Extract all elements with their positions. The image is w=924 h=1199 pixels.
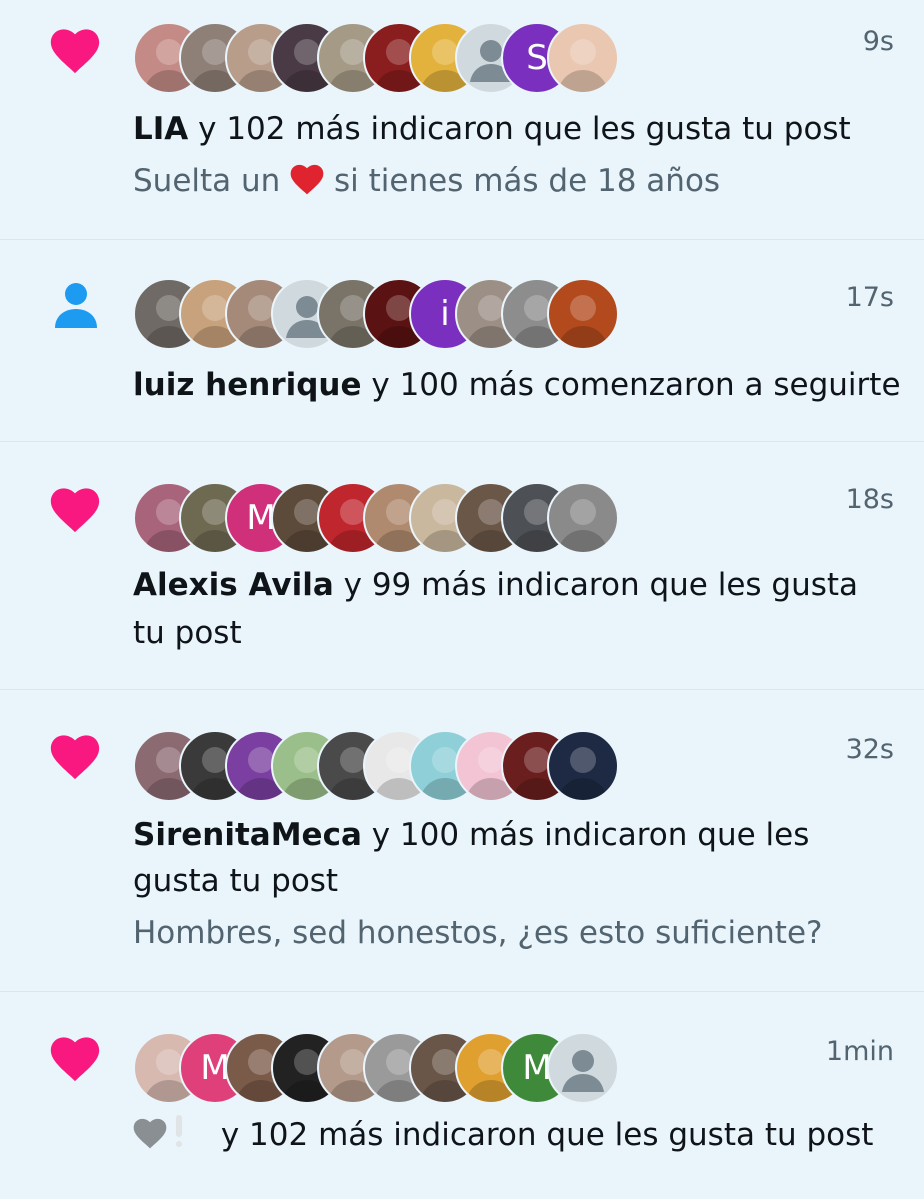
notification-text: SirenitaMeca y 100 más indicaron que les	[133, 817, 810, 853]
notification-text: Alexis Avila y 99 más indicaron que les …	[133, 567, 859, 603]
avatar-initial: i	[440, 294, 450, 334]
avatar-row: MM	[133, 1032, 619, 1104]
user-name[interactable]: SirenitaMeca	[133, 817, 362, 853]
red-heart-emoji-icon	[290, 162, 324, 208]
notifications-feed: S 9s LIA y 102 más indicaron que les gus…	[0, 0, 924, 1199]
notification-like-5[interactable]: MM 1min y 102 más indicaron que les gust…	[0, 992, 924, 1199]
avatar-row: M	[133, 482, 619, 554]
user-avatar[interactable]	[547, 1032, 619, 1104]
default-avatar-icon	[562, 1050, 604, 1092]
user-name[interactable]: Alexis Avila	[133, 567, 334, 603]
post-preview[interactable]: Hombres, sed honestos, ¿es esto suficien…	[133, 910, 822, 956]
heart-icon	[50, 28, 100, 78]
user-name[interactable]: luiz henrique	[133, 367, 362, 403]
heart-icon	[50, 1036, 100, 1086]
notification-text: LIA y 102 más indicaron que les gusta tu…	[133, 111, 851, 147]
avatar-initial: S	[526, 38, 548, 78]
user-avatar[interactable]	[547, 730, 619, 802]
person-icon	[54, 282, 98, 332]
notification-text-cont: gusta tu post	[133, 863, 339, 899]
post-preview[interactable]: Suelta un si tienes más de 18 años	[133, 158, 720, 208]
timestamp: 18s	[845, 484, 894, 515]
avatar-photo	[557, 499, 609, 552]
avatar-row: i	[133, 278, 619, 350]
timestamp: 32s	[845, 734, 894, 765]
notification-follow-2[interactable]: i 17s luiz henrique y 100 más comenzaron…	[0, 240, 924, 442]
notification-like-1[interactable]: S 9s LIA y 102 más indicaron que les gus…	[0, 0, 924, 240]
timestamp: 1min	[825, 1036, 894, 1067]
notification-text-cont: tu post	[133, 615, 242, 651]
user-avatar[interactable]	[547, 22, 619, 94]
heart-icon	[50, 734, 100, 784]
avatar-photo	[557, 39, 609, 92]
notification-text: luiz henrique y 100 más comenzaron a seg…	[133, 367, 901, 403]
exclamation-icon	[175, 1115, 183, 1149]
avatar-photo	[557, 295, 609, 348]
timestamp: 9s	[862, 26, 894, 57]
grey-heart-icon[interactable]	[133, 1116, 167, 1162]
heart-icon	[50, 487, 100, 537]
avatar-photo	[557, 747, 609, 800]
notification-text: y 102 más indicaron que les gusta tu pos…	[133, 1112, 873, 1162]
avatar-row: S	[133, 22, 619, 94]
avatar-row	[133, 730, 619, 802]
user-name[interactable]: LIA	[133, 111, 188, 147]
timestamp: 17s	[845, 282, 894, 313]
user-avatar[interactable]	[547, 278, 619, 350]
user-avatar[interactable]	[547, 482, 619, 554]
notification-like-4[interactable]: 32s SirenitaMeca y 100 más indicaron que…	[0, 690, 924, 992]
notification-like-3[interactable]: M 18s Alexis Avila y 99 más indicaron qu…	[0, 442, 924, 690]
